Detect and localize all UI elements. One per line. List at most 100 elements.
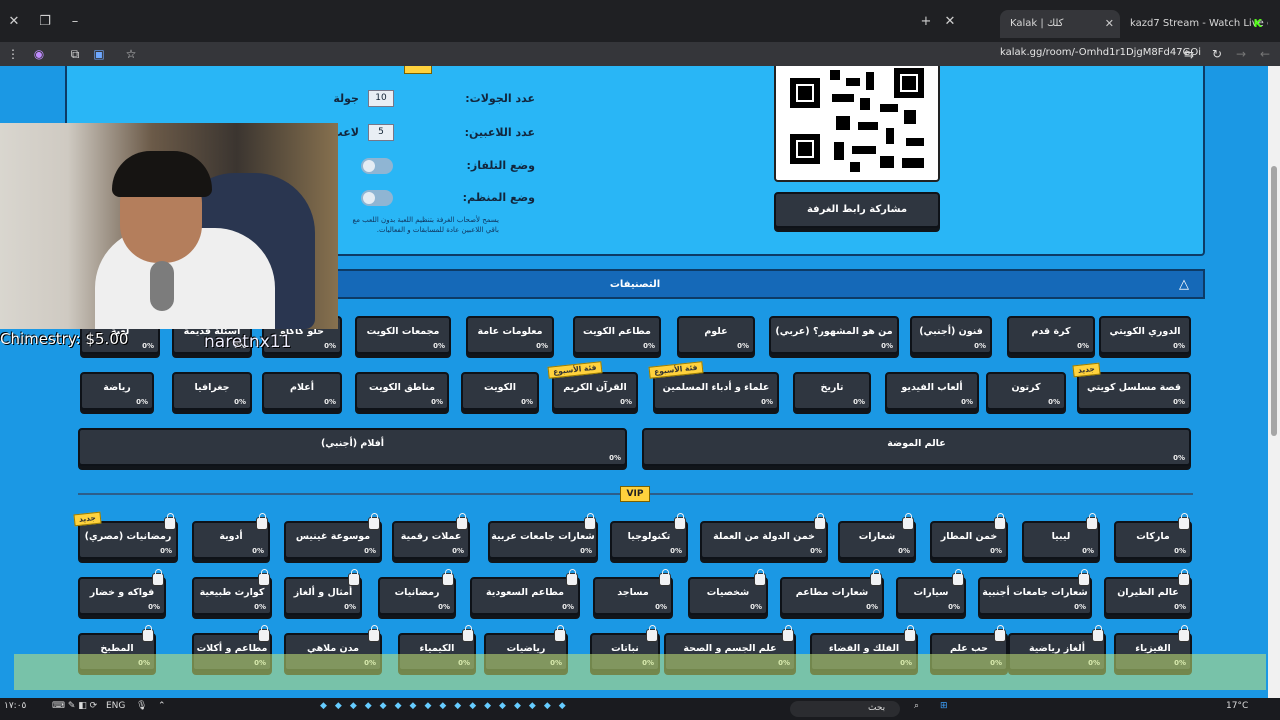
- category-button[interactable]: علماء و أدباء المسلمين 0%: [653, 372, 779, 410]
- category-button[interactable]: الدوري الكويتي 0%: [1099, 316, 1191, 354]
- category-label: رمضانيات: [394, 587, 440, 598]
- chimestry-donation-text: Chimestry: $5.00: [0, 330, 129, 348]
- category-button[interactable]: من هو المشهور؟ (عربي) 0%: [769, 316, 899, 354]
- vip-category-button[interactable]: شعارات مطاعم 0%: [780, 577, 884, 615]
- category-button[interactable]: رياضة 0%: [80, 372, 154, 410]
- vip-category-button[interactable]: رمضانيات (مصري) 0%: [78, 521, 178, 559]
- category-button[interactable]: مجمعات الكويت 0%: [355, 316, 451, 354]
- lock-icon: [456, 513, 468, 530]
- category-button[interactable]: مطاعم الكويت 0%: [573, 316, 661, 354]
- close-icon[interactable]: ✕: [1105, 17, 1114, 30]
- streamer-handle-text: naretnx11: [204, 332, 292, 352]
- scrollbar-thumb[interactable]: [1271, 166, 1277, 436]
- category-button[interactable]: أفلام (أجنبي) 0%: [78, 428, 627, 466]
- lock-icon: [462, 625, 474, 642]
- category-label: مطاعم و أكلات: [196, 643, 268, 654]
- lock-icon: [566, 569, 578, 586]
- profile-icon[interactable]: ◉: [30, 45, 48, 63]
- category-label: كرتون: [1011, 382, 1041, 393]
- category-label: أعلام: [290, 382, 314, 393]
- address-bar[interactable]: kalak.gg/room/-Omhd1r1DjgM8Fd47GOi: [1000, 47, 1201, 58]
- tv-mode-toggle[interactable]: [361, 158, 393, 174]
- category-progress: 0%: [433, 342, 445, 350]
- category-button[interactable]: تاريخ 0%: [793, 372, 871, 410]
- category-label: ليبيا: [1051, 531, 1071, 542]
- lock-icon: [1178, 513, 1190, 530]
- back-icon[interactable]: ←: [1256, 45, 1274, 63]
- category-button[interactable]: القرآن الكريم 0%: [552, 372, 638, 410]
- bookmark-star-icon[interactable]: ☆: [122, 45, 140, 63]
- site-settings-icon[interactable]: ⇆: [1180, 45, 1198, 63]
- category-button[interactable]: الكويت 0%: [461, 372, 539, 410]
- category-button[interactable]: كرة قدم 0%: [1007, 316, 1095, 354]
- taskbar-search-box[interactable]: بحث: [790, 701, 900, 717]
- category-label: جغرافيا: [194, 382, 230, 393]
- category-progress: 0%: [810, 547, 822, 555]
- translate-icon[interactable]: ▣: [90, 45, 108, 63]
- rounds-select[interactable]: 10: [368, 90, 394, 107]
- vip-category-button[interactable]: شعارات جامعات عربية 0%: [488, 521, 598, 559]
- close-window-icon[interactable]: ✕: [6, 14, 22, 30]
- microphone-icon[interactable]: 🎙: [136, 701, 147, 711]
- extensions-icon[interactable]: ⧉: [66, 45, 84, 63]
- forward-icon[interactable]: →: [1232, 45, 1250, 63]
- windows-start-icon[interactable]: ⊞: [940, 701, 948, 711]
- lock-icon: [994, 513, 1006, 530]
- page-scrollbar[interactable]: [1268, 66, 1280, 698]
- reload-icon[interactable]: ↻: [1208, 45, 1226, 63]
- category-button[interactable]: معلومات عامة 0%: [466, 316, 554, 354]
- category-button[interactable]: جغرافيا 0%: [172, 372, 252, 410]
- lock-icon: [1078, 569, 1090, 586]
- organizer-mode-toggle[interactable]: [361, 190, 393, 206]
- category-button[interactable]: ألعاب الفيديو 0%: [885, 372, 979, 410]
- vip-category-button[interactable]: مطاعم السعودية 0%: [470, 577, 580, 615]
- collapse-triangle-icon[interactable]: △: [1179, 277, 1189, 292]
- players-select[interactable]: 5: [368, 124, 394, 141]
- category-label: شعارات جامعات عربية: [491, 531, 595, 542]
- taskbar-time: ١٧:٠٥: [4, 701, 27, 711]
- category-progress: 0%: [254, 603, 266, 611]
- category-button[interactable]: علوم 0%: [677, 316, 755, 354]
- vip-category-button[interactable]: خمن الدولة من العملة 0%: [700, 521, 828, 559]
- taskbar-language[interactable]: ENG: [106, 701, 125, 711]
- minimize-window-icon[interactable]: –: [67, 14, 83, 30]
- category-progress: 0%: [234, 398, 246, 406]
- lock-icon: [1086, 513, 1098, 530]
- category-label: تكنولوجيا: [627, 531, 671, 542]
- chevron-up-icon[interactable]: ⌃: [158, 701, 166, 711]
- taskbar-app-icons[interactable]: ◆◆◆◆◆◆◆◆◆◆◆◆◆◆◆◆◆: [320, 701, 574, 711]
- category-button[interactable]: قصة مسلسل كويتي 0%: [1077, 372, 1191, 410]
- category-button[interactable]: عالم الموضة 0%: [642, 428, 1191, 466]
- category-button[interactable]: مناطق الكويت 0%: [355, 372, 449, 410]
- close-tab-icon[interactable]: ✕: [942, 14, 958, 30]
- category-label: سيارات: [913, 587, 949, 598]
- lock-icon: [1178, 569, 1190, 586]
- category-progress: 0%: [620, 398, 632, 406]
- category-progress: 0%: [438, 603, 450, 611]
- vip-category-button[interactable]: شعارات جامعات أجنبية 0%: [978, 577, 1092, 615]
- kick-logo-icon: K: [1253, 17, 1262, 30]
- search-icon[interactable]: ⌕: [914, 701, 919, 711]
- lock-icon: [584, 513, 596, 530]
- category-progress: 0%: [1173, 398, 1185, 406]
- taskbar-tray-icons[interactable]: ⌨ ✎ ◧ ⟳: [52, 701, 97, 711]
- new-tab-icon[interactable]: +: [918, 14, 934, 30]
- share-room-link-button[interactable]: مشاركة رابط الغرفة: [774, 192, 940, 228]
- tab-kick-stream[interactable]: kazd7 Stream - Watch Live on K: [1120, 10, 1268, 38]
- category-label: مجمعات الكويت: [366, 326, 440, 337]
- lock-icon: [142, 625, 154, 642]
- category-label: أمثال و ألغاز: [293, 587, 353, 598]
- category-button[interactable]: كرتون 0%: [986, 372, 1066, 410]
- tab-kalak[interactable]: Kalak | كلك ✕: [1000, 10, 1120, 38]
- lock-icon: [1092, 625, 1104, 642]
- menu-icon[interactable]: ⋮: [4, 45, 22, 63]
- category-label: المطبخ: [100, 643, 134, 654]
- lock-icon: [814, 513, 826, 530]
- restore-window-icon[interactable]: ❐: [37, 14, 53, 30]
- lock-icon: [258, 625, 270, 642]
- category-button[interactable]: أعلام 0%: [262, 372, 342, 410]
- category-label: موسوعة غينيس: [295, 531, 371, 542]
- category-button[interactable]: فنون (أجنبي) 0%: [910, 316, 992, 354]
- category-progress: 0%: [853, 398, 865, 406]
- organizer-mode-label: وضع المنظم:: [462, 191, 535, 204]
